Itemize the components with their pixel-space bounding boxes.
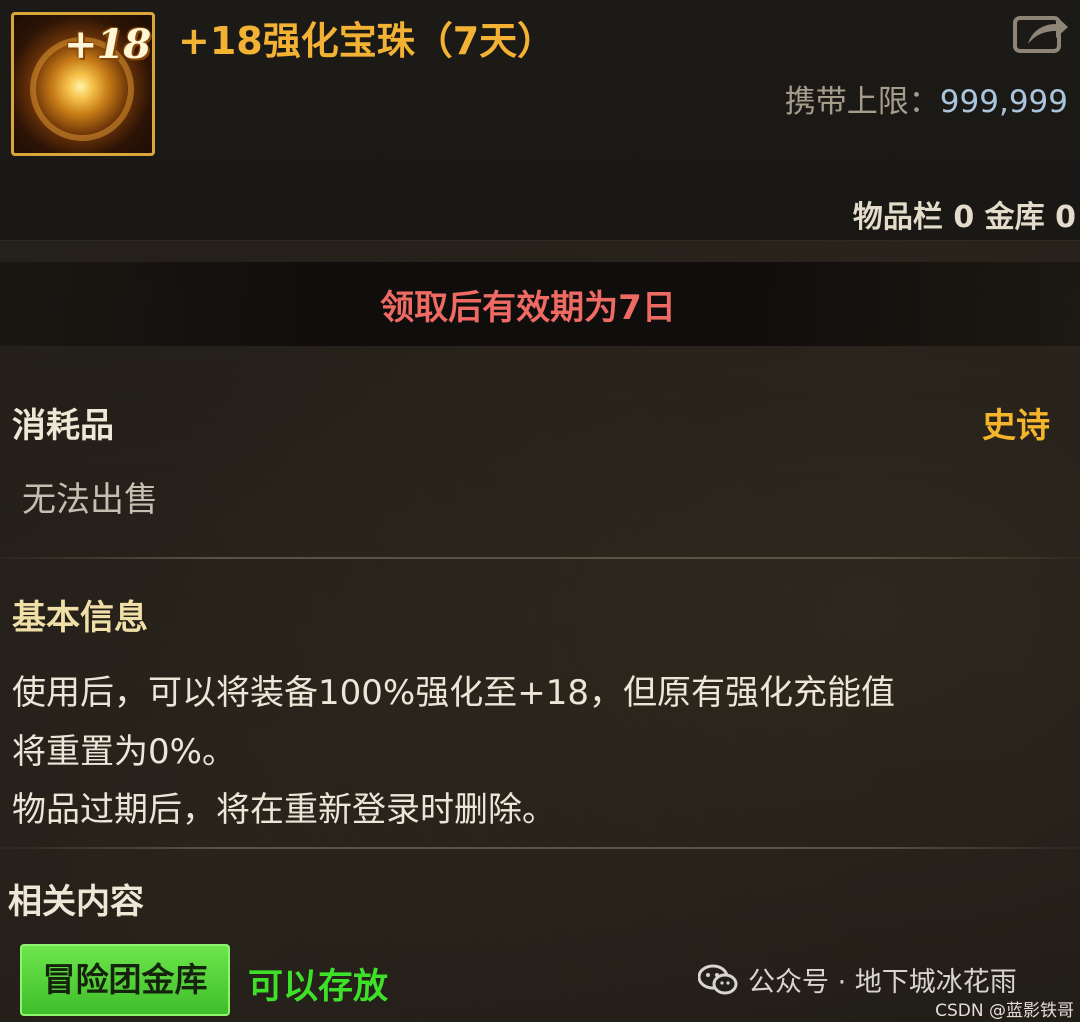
icon-badge: +18 xyxy=(64,21,151,68)
item-category: 消耗品 xyxy=(12,406,114,446)
description-line: 将重置为0%。 xyxy=(12,732,236,772)
vault-count: 0 xyxy=(1055,200,1076,235)
carry-limit-value: 999,999 xyxy=(939,84,1068,120)
inventory-count: 0 xyxy=(953,200,975,235)
vault-label: 金库 xyxy=(984,200,1045,235)
sell-status: 无法出售 xyxy=(22,480,158,520)
csdn-watermark: CSDN @蓝影铁哥 xyxy=(935,1001,1074,1021)
item-tooltip-panel: +18 +18强化宝珠（7天） 携带上限：999,999 物品栏 0 金库 0 … xyxy=(0,0,1080,1022)
description-line: 物品过期后，将在重新登录时删除。 xyxy=(12,790,556,830)
carry-limit-label: 携带上限： xyxy=(784,84,940,120)
divider xyxy=(0,557,1080,559)
enhancement-orb-icon: +18 xyxy=(11,12,155,156)
validity-text: 领取后有效期为7日 xyxy=(380,288,676,328)
item-rarity: 史诗 xyxy=(982,406,1050,446)
item-header: +18 +18强化宝珠（7天） 携带上限：999,999 物品栏 0 金库 0 xyxy=(0,0,1080,241)
watermark: 公众号 · 地下城冰花雨 xyxy=(698,960,1017,999)
share-icon[interactable] xyxy=(1012,10,1070,54)
carry-limit: 携带上限：999,999 xyxy=(785,76,1068,121)
divider xyxy=(0,847,1080,849)
related-heading: 相关内容 xyxy=(8,882,144,922)
description-line: 使用后，可以将装备100%强化至+18，但原有强化充能值 xyxy=(12,673,895,713)
storable-status: 可以存放 xyxy=(248,967,389,1007)
basic-info-heading: 基本信息 xyxy=(12,598,148,638)
item-title: +18强化宝珠（7天） xyxy=(178,19,556,63)
inventory-label: 物品栏 xyxy=(852,200,943,235)
watermark-text: 公众号 · 地下城冰花雨 xyxy=(748,967,1017,998)
wechat-icon xyxy=(698,964,738,994)
adventure-vault-button[interactable]: 冒险团金库 xyxy=(20,944,230,1016)
storage-counts: 物品栏 0 金库 0 xyxy=(853,192,1076,236)
